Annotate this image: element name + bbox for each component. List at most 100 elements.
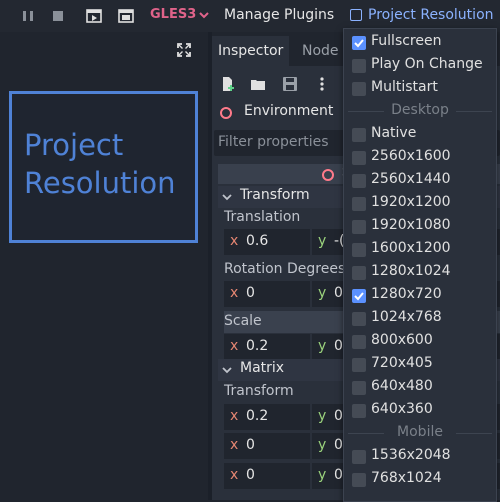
menu-item-640x480[interactable]: 640x480 [344, 377, 496, 400]
menu-item-multistart[interactable]: Multistart [344, 78, 496, 101]
matrix-row-2-x-value: 0 [246, 437, 255, 453]
menu-item-label: 1920x1200 [371, 194, 451, 210]
menu-item-label: 640x480 [371, 378, 433, 394]
menu-item-label: 1600x1200 [371, 240, 451, 256]
menu-item-label: 768x1024 [371, 470, 442, 486]
menu-item-1280x1024[interactable]: 1280x1024 [344, 262, 496, 285]
axis-y-label: y [318, 408, 327, 424]
menu-item-800x600[interactable]: 800x600 [344, 331, 496, 354]
axis-x-label: x [230, 233, 239, 249]
menu-item-1280x720[interactable]: 1280x720 [344, 285, 496, 308]
section-transform-label: Transform [240, 187, 310, 203]
menu-item-1024x768[interactable]: 1024x768 [344, 308, 496, 331]
mobile-separator: Mobile [344, 423, 496, 443]
menu-item-label: Fullscreen [371, 33, 442, 49]
matrix-row-2-y-value: 0 [334, 437, 343, 453]
matrix-row-3-y-value: 0 [334, 467, 343, 483]
chevron-down-icon [222, 367, 232, 374]
desktop-separator-label: Desktop [391, 102, 449, 118]
checkbox-icon [352, 243, 366, 257]
new-resource-icon[interactable] [220, 76, 236, 92]
matrix-transform-label: Transform [224, 383, 294, 399]
play-scene-icon[interactable] [86, 8, 102, 24]
axis-x-label: x [230, 437, 239, 453]
mobile-separator-label: Mobile [397, 424, 443, 440]
project-resolution-button[interactable]: Project Resolution [348, 5, 500, 27]
checkbox-icon [352, 174, 366, 188]
project-resolution-text: Project Resolution [24, 128, 176, 200]
menu-item-2560x1600[interactable]: 2560x1600 [344, 147, 496, 170]
checkbox-icon [352, 82, 366, 96]
checkbox-icon [352, 404, 366, 418]
menu-item-2560x1440[interactable]: 2560x1440 [344, 170, 496, 193]
save-icon[interactable] [282, 76, 298, 92]
menu-item-768x1024[interactable]: 768x1024 [344, 469, 496, 492]
pause-icon[interactable] [20, 8, 36, 24]
matrix-row-1-x-field[interactable]: x 0.2 [224, 404, 310, 430]
checkbox-checked-icon [352, 289, 366, 303]
chevron-down-icon[interactable] [198, 8, 210, 22]
menu-item-1920x1200[interactable]: 1920x1200 [344, 193, 496, 216]
axis-x-label: x [230, 467, 239, 483]
checkbox-icon [352, 197, 366, 211]
menu-item-label: 640x360 [371, 401, 433, 417]
matrix-row-3-x-field[interactable]: x 0 [224, 463, 310, 489]
checkbox-icon [352, 59, 366, 73]
rotation-degrees-label: Rotation Degrees [224, 261, 346, 277]
scale-x-field[interactable]: x 0.2 [224, 334, 310, 360]
menu-item-1600x1200[interactable]: 1600x1200 [344, 239, 496, 262]
checkbox-icon [352, 381, 366, 395]
menu-item-label: 1280x1024 [371, 263, 451, 279]
game-viewport: Project Resolution [0, 32, 208, 500]
checkbox-icon [352, 266, 366, 280]
menu-item-720x405[interactable]: 720x405 [344, 354, 496, 377]
menu-item-label: Native [371, 125, 417, 141]
translation-x-field[interactable]: x 0.6 [224, 229, 310, 255]
script-icon [322, 169, 334, 181]
matrix-row-1-x-value: 0.2 [246, 408, 269, 424]
menu-item-native[interactable]: Native [344, 124, 496, 147]
open-folder-icon[interactable] [250, 76, 266, 92]
tab-node[interactable]: Node [296, 36, 345, 66]
renderer-selector[interactable]: GLES3 [150, 7, 196, 22]
menu-item-label: 1536x2048 [371, 447, 451, 463]
rotation-y-value: 0 [334, 285, 343, 301]
check-icon [354, 292, 364, 301]
play-custom-scene-icon[interactable] [118, 8, 134, 24]
checkbox-icon [352, 358, 366, 372]
more-options-icon[interactable] [314, 76, 330, 92]
chevron-down-icon [222, 194, 232, 201]
filter-placeholder: Filter properties [218, 134, 329, 150]
menu-item-fullscreen[interactable]: Fullscreen [344, 32, 496, 55]
translation-label: Translation [224, 209, 301, 225]
matrix-row-3-x-value: 0 [246, 467, 255, 483]
menu-item-640x360[interactable]: 640x360 [344, 400, 496, 423]
desktop-separator: Desktop [344, 101, 496, 121]
rotation-x-value: 0 [246, 285, 255, 301]
section-matrix-label: Matrix [240, 360, 285, 376]
checkbox-icon [350, 9, 362, 21]
project-resolution-label: Project Resolution [368, 7, 494, 23]
menu-item-1536x2048[interactable]: 1536x2048 [344, 446, 496, 469]
menu-item-1920x1080[interactable]: 1920x1080 [344, 216, 496, 239]
manage-plugins-button[interactable]: Manage Plugins [224, 7, 334, 23]
menu-item-label: 2560x1600 [371, 148, 451, 164]
translation-x-value: 0.6 [246, 233, 269, 249]
environment-icon [220, 107, 232, 119]
scale-x-value: 0.2 [246, 338, 269, 354]
axis-y-label: y [318, 338, 327, 354]
tab-inspector[interactable]: Inspector [212, 36, 290, 66]
axis-x-label: x [230, 285, 239, 301]
fullscreen-icon[interactable] [176, 42, 192, 58]
matrix-row-1-y-value: 0 [334, 408, 343, 424]
stop-icon[interactable] [50, 8, 66, 24]
rotation-x-field[interactable]: x 0 [224, 281, 310, 307]
matrix-row-2-x-field[interactable]: x 0 [224, 433, 310, 459]
checkbox-icon [352, 128, 366, 142]
menu-item-label: 800x600 [371, 332, 433, 348]
menu-item-label: 1024x768 [371, 309, 442, 325]
check-icon [354, 39, 364, 48]
menu-item-play-on-change[interactable]: Play On Change [344, 55, 496, 78]
axis-y-label: y [318, 437, 327, 453]
project-resolution-menu: Fullscreen Play On Change Multistart Deskto… [343, 28, 497, 502]
